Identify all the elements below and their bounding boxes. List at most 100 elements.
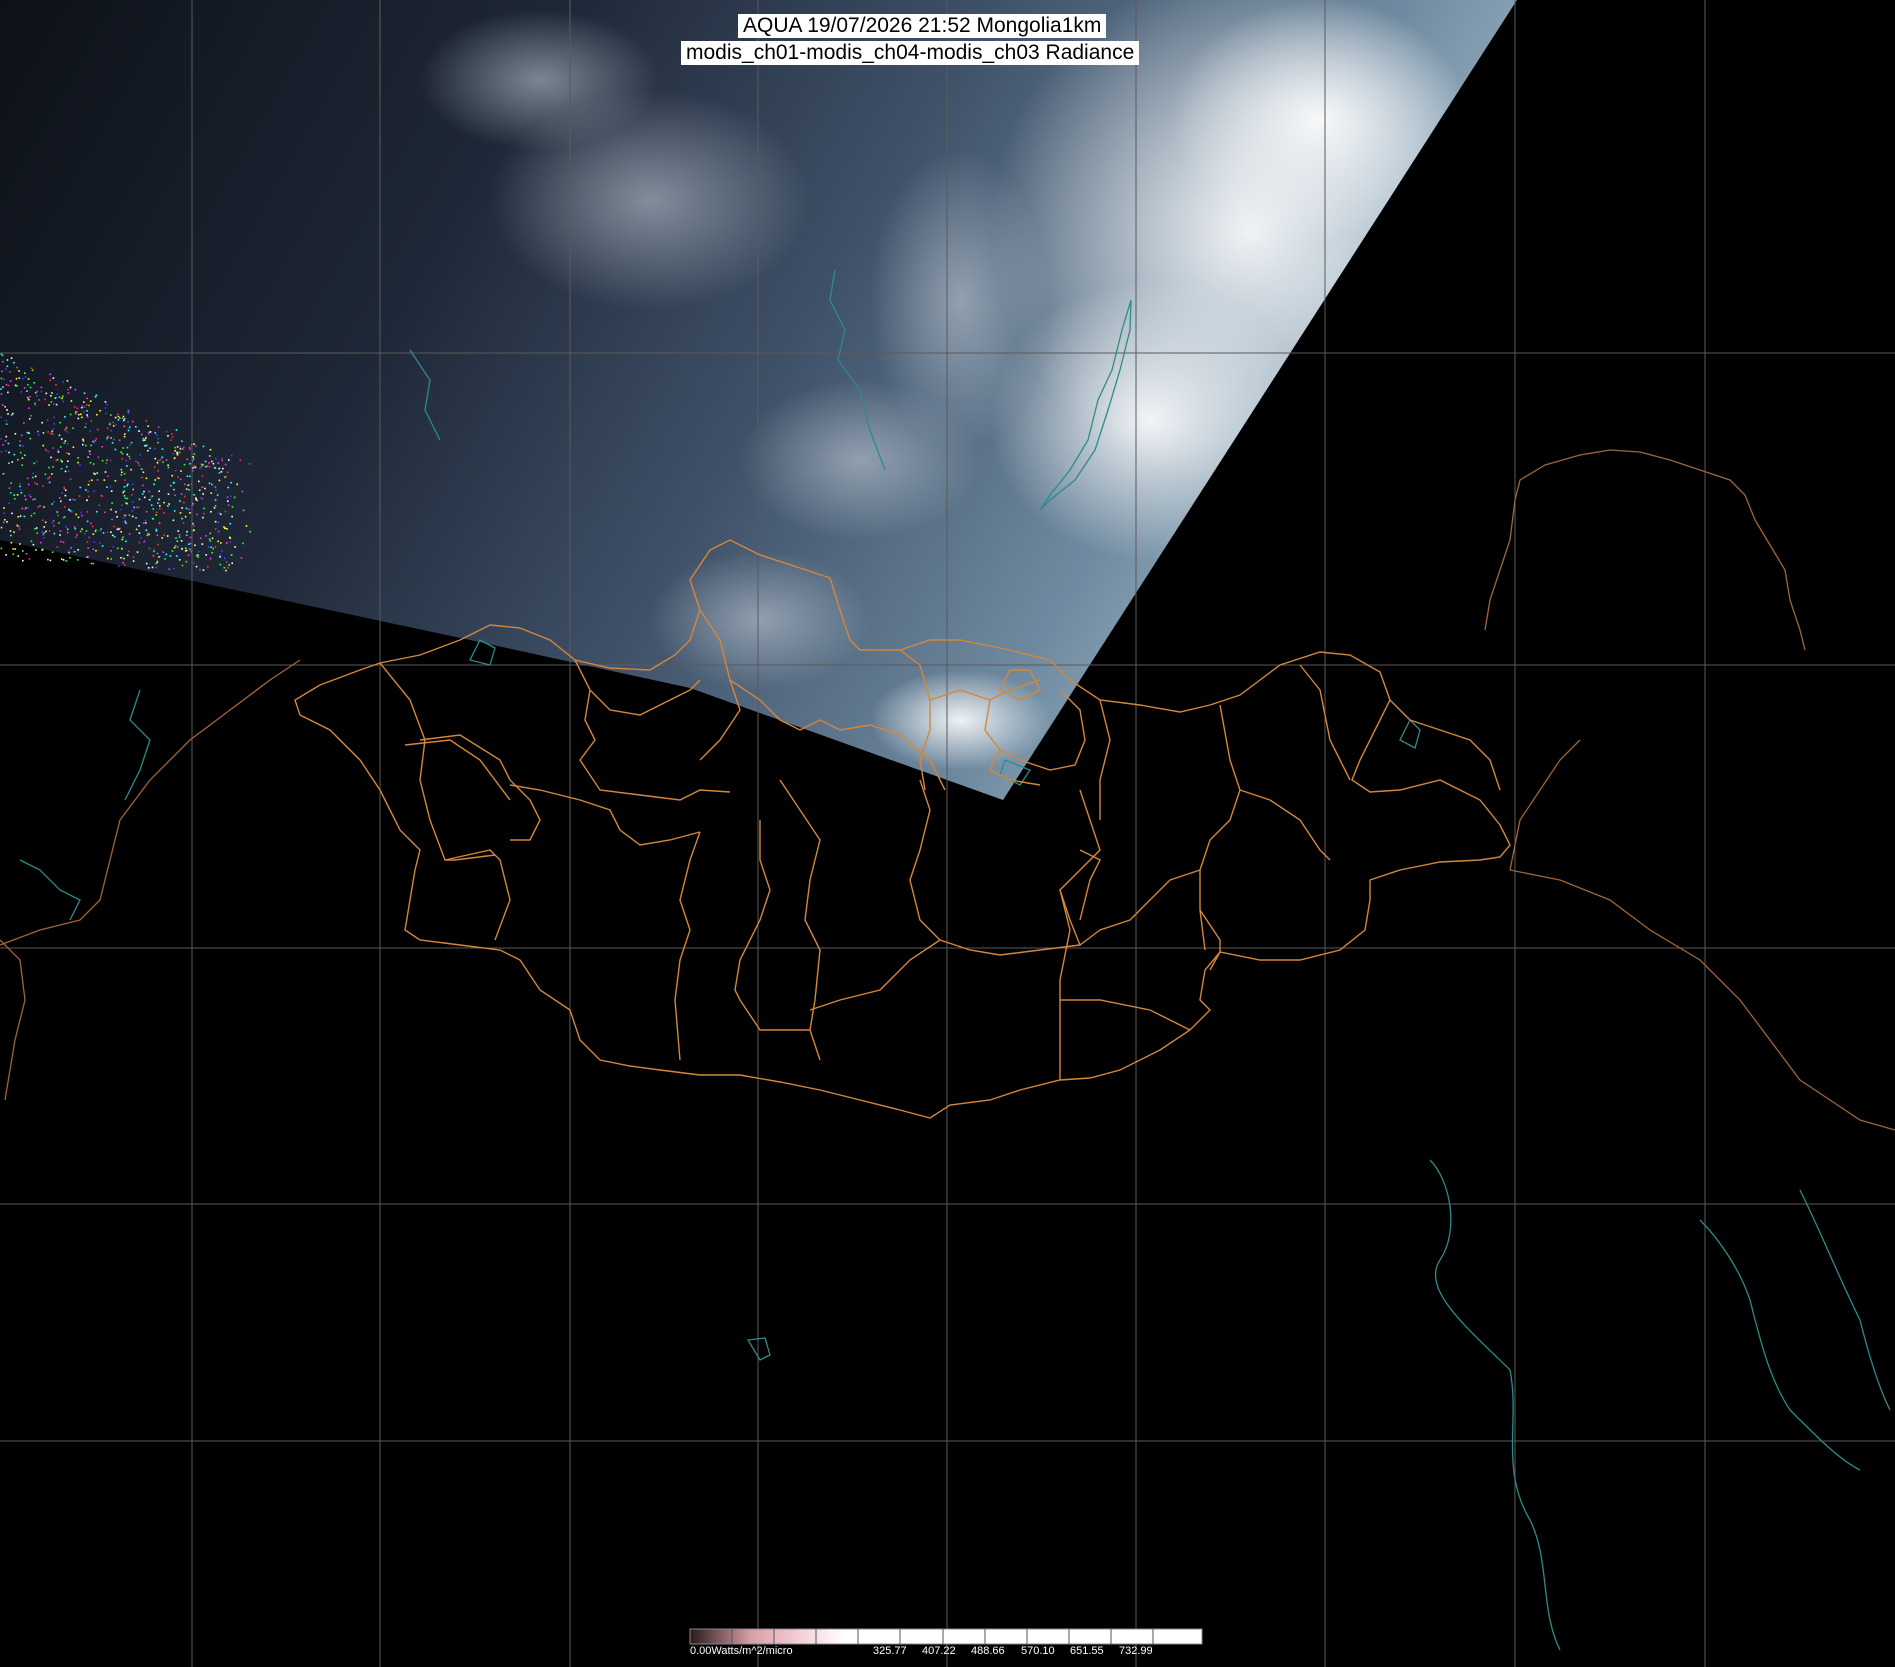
noise-pixel (156, 511, 158, 514)
noise-pixel (89, 453, 91, 455)
noise-pixel (179, 512, 182, 514)
noise-pixel (21, 507, 23, 510)
noise-pixel (68, 550, 70, 553)
noise-pixel (218, 472, 221, 474)
noise-pixel (19, 543, 21, 545)
noise-pixel (154, 457, 157, 460)
noise-pixel (208, 538, 211, 540)
noise-pixel (218, 511, 220, 514)
noise-pixel (185, 560, 188, 563)
noise-pixel (92, 562, 95, 565)
noise-pixel (99, 530, 101, 532)
noise-pixel (66, 443, 69, 445)
noise-pixel (189, 548, 191, 550)
noise-pixel (24, 508, 26, 510)
noise-pixel (135, 528, 138, 531)
noise-pixel (89, 430, 92, 432)
noise-pixel (95, 394, 98, 397)
noise-pixel (122, 561, 124, 564)
noise-pixel (14, 548, 16, 550)
noise-pixel (83, 533, 86, 535)
noise-pixel (249, 530, 251, 533)
noise-pixel (77, 516, 80, 519)
noise-pixel (126, 446, 129, 449)
noise-pixel (172, 452, 174, 455)
noise-pixel (51, 473, 53, 475)
noise-pixel (20, 492, 23, 494)
noise-pixel (78, 413, 80, 416)
noise-pixel (185, 534, 188, 536)
noise-pixel (114, 416, 117, 419)
noise-pixel (171, 436, 174, 438)
noise-pixel (220, 542, 222, 544)
noise-pixel (73, 550, 76, 553)
noise-pixel (219, 513, 222, 515)
noise-pixel (124, 479, 126, 481)
noise-pixel (126, 484, 128, 487)
noise-pixel (174, 446, 176, 449)
noise-pixel (2, 361, 4, 363)
map-title-line-1: AQUA 19/07/2026 21:52 Mongolia1km (738, 14, 1107, 38)
noise-pixel (144, 519, 147, 522)
noise-pixel (168, 568, 171, 570)
noise-pixel (26, 390, 28, 392)
noise-pixel (227, 471, 229, 474)
noise-pixel (210, 546, 212, 548)
noise-pixel (175, 429, 178, 431)
noise-pixel (150, 504, 153, 506)
noise-pixel (55, 384, 57, 386)
noise-pixel (110, 414, 112, 416)
noise-pixel (213, 507, 216, 509)
legend-tick-label: 732.99 (1119, 1645, 1153, 1657)
noise-pixel (34, 391, 37, 394)
noise-pixel (75, 536, 77, 538)
noise-pixel (103, 479, 106, 481)
noise-pixel (9, 380, 12, 382)
noise-pixel (193, 458, 195, 460)
noise-pixel (129, 444, 131, 446)
noise-pixel (58, 434, 61, 437)
noise-pixel (145, 562, 148, 565)
noise-pixel (132, 420, 134, 423)
noise-pixel (47, 558, 49, 561)
noise-pixel (144, 444, 146, 447)
noise-pixel (227, 567, 229, 569)
noise-pixel (221, 550, 223, 552)
noise-pixel (181, 440, 183, 442)
noise-pixel (18, 483, 21, 485)
noise-pixel (128, 427, 131, 430)
noise-pixel (225, 561, 228, 563)
noise-pixel (96, 428, 99, 431)
noise-pixel (162, 551, 165, 553)
noise-pixel (215, 457, 217, 460)
noise-pixel (8, 487, 11, 489)
noise-pixel (37, 430, 39, 433)
noise-pixel (231, 515, 233, 518)
noise-pixel (212, 547, 214, 550)
noise-pixel (2, 521, 5, 524)
noise-pixel (62, 400, 64, 403)
noise-pixel (106, 531, 109, 534)
noise-pixel (113, 525, 115, 528)
noise-pixel (167, 505, 169, 507)
noise-pixel (185, 549, 188, 552)
noise-pixel (62, 381, 64, 383)
noise-pixel (73, 526, 76, 528)
noise-pixel (30, 367, 33, 370)
noise-pixel (87, 456, 89, 458)
noise-pixel (176, 446, 179, 448)
noise-pixel (135, 426, 137, 428)
noise-pixel (14, 384, 17, 387)
noise-pixel (90, 444, 92, 447)
noise-pixel (23, 515, 26, 518)
noise-pixel (211, 537, 214, 540)
noise-pixel (120, 474, 123, 476)
noise-pixel (113, 438, 115, 441)
noise-pixel (197, 550, 200, 553)
noise-pixel (73, 406, 76, 408)
noise-pixel (159, 507, 161, 510)
noise-pixel (143, 490, 145, 493)
noise-pixel (166, 535, 169, 537)
noise-pixel (42, 533, 44, 536)
noise-pixel (159, 459, 161, 462)
